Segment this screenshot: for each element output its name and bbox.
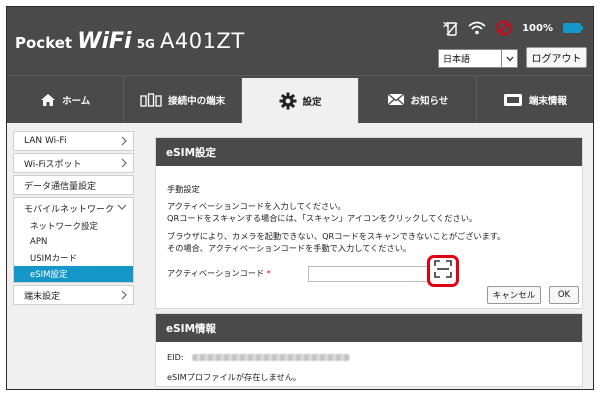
brand-5g: 5G xyxy=(136,37,155,51)
tab-notices-label: お知らせ xyxy=(410,95,449,107)
sidebar-subitem-apn[interactable]: APN xyxy=(14,234,133,250)
activation-code-label: アクティベーションコード * xyxy=(167,267,271,279)
required-mark: * xyxy=(266,268,271,278)
eid-value-redacted xyxy=(192,354,351,361)
sidebar: LAN Wi-Fi Wi-Fiスポット データ通信量設定 モバイルネットワーク … xyxy=(13,131,134,307)
sidebar-subitem-esim-settings[interactable]: eSIM設定 xyxy=(14,266,133,282)
gear-icon xyxy=(279,92,297,110)
qr-scan-button[interactable] xyxy=(427,255,459,287)
chevron-down-icon xyxy=(117,202,127,213)
brand-pocket: Pocket xyxy=(15,34,73,52)
header: Pocket WiFi 5G A401ZT X 100% 日本語 ログアウト xyxy=(7,7,593,75)
tab-home-label: ホーム xyxy=(62,95,91,107)
language-selected: 日本語 xyxy=(443,55,471,65)
model-name: A401ZT xyxy=(159,29,245,53)
brand-wifi: WiFi xyxy=(77,29,132,54)
ok-button[interactable]: OK xyxy=(549,286,579,304)
tab-connected-devices[interactable]: 接続中の端末 xyxy=(124,76,242,123)
instruction-line-2: QRコードをスキャンする場合には、「スキャン」アイコンをクリックしてください。 xyxy=(167,213,478,223)
sidebar-item-wifi-spot[interactable]: Wi-Fiスポット xyxy=(13,153,134,173)
sidebar-subitem-network-settings[interactable]: ネットワーク設定 xyxy=(14,218,133,234)
tab-notices[interactable]: お知らせ xyxy=(359,76,477,123)
esim-settings-panel: eSIM設定 手動設定 アクティベーションコードを入力してください。 QRコード… xyxy=(155,137,583,309)
chevron-down-icon xyxy=(501,50,517,67)
sidebar-item-data-usage[interactable]: データ通信量設定 xyxy=(13,175,134,195)
language-select[interactable]: 日本語 xyxy=(438,49,518,68)
tab-settings-label: 設定 xyxy=(302,96,322,108)
tab-settings[interactable]: 設定 xyxy=(241,76,360,123)
chevron-right-icon xyxy=(121,136,127,149)
device-info-icon xyxy=(503,93,523,107)
manual-settings-label: 手動設定 xyxy=(167,184,200,194)
sidebar-item-lan-wifi[interactable]: LAN Wi-Fi xyxy=(13,131,134,151)
sidebar-item-device-settings[interactable]: 端末設定 xyxy=(13,285,134,305)
esim-info-title: eSIM情報 xyxy=(156,314,582,342)
chevron-right-icon xyxy=(121,290,127,303)
sidebar-item-label: 端末設定 xyxy=(24,291,61,302)
sidebar-item-label: データ通信量設定 xyxy=(24,181,97,192)
eid-label: EID: xyxy=(167,352,184,362)
battery-icon xyxy=(563,23,583,33)
instruction-line-3: ブラウザにより、カメラを起動できない、QRコードをスキャンできないことがございま… xyxy=(167,231,506,241)
brand-logo: Pocket WiFi 5G A401ZT xyxy=(15,29,245,54)
wifi-signal-icon xyxy=(468,21,486,35)
no-service-icon xyxy=(496,20,512,36)
battery-percent: 100% xyxy=(522,22,553,34)
tab-home[interactable]: ホーム xyxy=(7,76,125,123)
sidebar-item-label: Wi-Fiスポット xyxy=(24,159,82,170)
esim-settings-title: eSIM設定 xyxy=(156,138,582,166)
tab-devices-label: 接続中の端末 xyxy=(168,95,226,107)
main-nav: ホーム 接続中の端末 設定 お知らせ 端末情報 xyxy=(7,75,593,123)
sidebar-item-label: LAN Wi-Fi xyxy=(24,136,67,146)
status-bar: X 100% xyxy=(442,19,583,37)
sim-status-icon: X xyxy=(442,20,458,36)
logout-button[interactable]: ログアウト xyxy=(526,47,587,68)
tab-device-info-label: 端末情報 xyxy=(528,95,567,107)
esim-info-panel: eSIM情報 EID: eSIMプロファイルが存在しません。 xyxy=(155,313,583,387)
instruction-line-4: その場合、アクティベーションコードを手動で入力してください。 xyxy=(167,243,412,253)
activation-code-input[interactable] xyxy=(308,266,428,282)
devices-icon xyxy=(140,92,162,107)
sidebar-item-label: モバイルネットワーク xyxy=(24,204,115,215)
sidebar-group-mobile-network: モバイルネットワーク ネットワーク設定 APN USIMカード eSIM設定 xyxy=(13,197,134,283)
cancel-button[interactable]: キャンセル xyxy=(487,286,541,304)
sidebar-item-mobile-network[interactable]: モバイルネットワーク xyxy=(14,198,133,218)
home-icon xyxy=(40,93,56,107)
mail-icon xyxy=(387,93,405,106)
instruction-line-1: アクティベーションコードを入力してください。 xyxy=(167,201,346,211)
activation-code-label-text: アクティベーションコード xyxy=(167,268,265,278)
app-frame: Pocket WiFi 5G A401ZT X 100% 日本語 ログアウト ホ… xyxy=(6,6,594,390)
qr-scan-icon xyxy=(434,260,452,282)
chevron-right-icon xyxy=(121,158,127,171)
eid-row: EID: xyxy=(167,352,351,362)
tab-device-info[interactable]: 端末情報 xyxy=(477,76,593,123)
profile-message: eSIMプロファイルが存在しません。 xyxy=(167,372,302,382)
sidebar-subitem-usim-card[interactable]: USIMカード xyxy=(14,250,133,266)
